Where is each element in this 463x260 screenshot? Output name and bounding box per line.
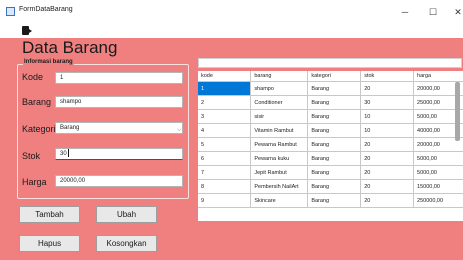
table-cell[interactable]: Pewarna Rambut: [250, 137, 309, 152]
table-cell[interactable]: 4: [198, 123, 252, 138]
page-title: Data Barang: [22, 38, 118, 57]
table-row[interactable]: 6 Pewarna kuku Barang 20 5000,00: [198, 151, 463, 166]
menu-bar: [0, 24, 463, 38]
column-header-harga[interactable]: harga: [413, 71, 463, 82]
column-header-kode[interactable]: kode: [198, 71, 252, 82]
table-cell[interactable]: Vitamin Rambut: [250, 123, 309, 138]
table-cell[interactable]: 20: [360, 165, 415, 180]
data-table: kode barang kategori stok harga 1 shampo…: [198, 71, 463, 208]
table-row[interactable]: 4 Vitamin Rambut Barang 10 40000,00: [198, 123, 463, 138]
table-cell[interactable]: 10: [360, 109, 415, 124]
data-grid[interactable]: kode barang kategori stok harga 1 shampo…: [197, 71, 463, 221]
kategori-select-value: Barang: [60, 125, 80, 131]
exit-door-icon[interactable]: [22, 26, 32, 35]
form-icon: [6, 7, 15, 16]
table-cell[interactable]: 8: [198, 179, 252, 194]
table-cell[interactable]: Skincare: [250, 193, 309, 208]
barang-field[interactable]: shampo: [55, 96, 183, 108]
table-cell[interactable]: 20: [360, 193, 415, 208]
table-cell[interactable]: 20: [360, 81, 415, 96]
table-cell[interactable]: 20: [360, 151, 415, 166]
text-caret: [67, 149, 69, 158]
table-cell[interactable]: 9: [198, 193, 252, 208]
stok-label: Stok: [22, 151, 41, 161]
harga-label: Harga: [22, 177, 47, 187]
table-cell[interactable]: Barang: [307, 123, 362, 138]
table-row[interactable]: 8 Pembersih NailArt Barang 20 15000,00: [198, 179, 463, 194]
table-row[interactable]: 1 shampo Barang 20 20000,00: [198, 81, 463, 96]
kode-label: Kode: [22, 72, 44, 82]
table-cell[interactable]: 1: [198, 81, 252, 96]
tambah-button[interactable]: Tambah: [19, 206, 80, 223]
table-row[interactable]: 7 Jepit Rambut Barang 20 5000,00: [198, 165, 463, 180]
column-header-kategori[interactable]: kategori: [307, 71, 362, 82]
title-bar: FormDataBarang ─ ☐ ✕: [0, 0, 463, 24]
table-header-row: kode barang kategori stok harga: [198, 71, 463, 82]
ubah-button[interactable]: Ubah: [96, 206, 157, 223]
table-cell[interactable]: Pembersih NailArt: [250, 179, 309, 194]
table-cell[interactable]: Barang: [307, 137, 362, 152]
table-cell[interactable]: Barang: [307, 165, 362, 180]
column-header-stok[interactable]: stok: [360, 71, 415, 82]
table-row[interactable]: 5 Pewarna Rambut Barang 20 20000,00: [198, 137, 463, 152]
table-cell[interactable]: Barang: [307, 193, 362, 208]
table-cell[interactable]: 20: [360, 137, 415, 152]
table-cell[interactable]: 10: [360, 123, 415, 138]
table-cell[interactable]: Jepit Rambut: [250, 165, 309, 180]
table-cell[interactable]: Barang: [307, 81, 362, 96]
table-cell[interactable]: 20: [360, 179, 415, 194]
kategori-select[interactable]: Barang: [55, 122, 183, 134]
table-cell[interactable]: Barang: [307, 95, 362, 110]
column-header-barang[interactable]: barang: [250, 71, 309, 82]
close-button[interactable]: ✕: [446, 4, 463, 20]
kosongkan-button[interactable]: Kosongkan: [96, 235, 157, 252]
kode-field[interactable]: 1: [55, 72, 183, 84]
maximize-button[interactable]: ☐: [421, 4, 445, 20]
table-cell[interactable]: sisir: [250, 109, 309, 124]
table-cell[interactable]: 7: [198, 165, 252, 180]
minimize-button[interactable]: ─: [393, 4, 417, 20]
harga-field[interactable]: 20000,00: [55, 175, 183, 187]
search-input[interactable]: [198, 58, 462, 68]
table-cell[interactable]: 6: [198, 151, 252, 166]
window-title: FormDataBarang: [19, 6, 73, 13]
table-row[interactable]: 9 Skincare Barang 20 250000,00: [198, 193, 463, 208]
table-cell[interactable]: 5000,00: [413, 151, 463, 166]
table-cell[interactable]: Conditioner: [250, 95, 309, 110]
table-cell[interactable]: Pewarna kuku: [250, 151, 309, 166]
chevron-down-icon[interactable]: ⌵: [177, 127, 182, 134]
hapus-button[interactable]: Hapus: [19, 235, 80, 252]
table-cell[interactable]: 3: [198, 109, 252, 124]
table-cell[interactable]: 30: [360, 95, 415, 110]
stok-field[interactable]: 30: [55, 148, 183, 160]
table-row[interactable]: 3 sisir Barang 10 5000,00: [198, 109, 463, 124]
barang-label: Barang: [22, 97, 52, 107]
table-cell[interactable]: 5000,00: [413, 165, 463, 180]
kategori-label: Kategori: [22, 124, 56, 134]
table-cell[interactable]: 250000,00: [413, 193, 463, 208]
table-cell[interactable]: shampo: [250, 81, 309, 96]
table-row[interactable]: 2 Conditioner Barang 30 25000,00: [198, 95, 463, 110]
group-label: Informasi barang: [23, 59, 74, 65]
stok-field-value: 30: [60, 151, 67, 157]
table-cell[interactable]: 15000,00: [413, 179, 463, 194]
table-cell[interactable]: Barang: [307, 179, 362, 194]
table-cell[interactable]: 2: [198, 95, 252, 110]
vertical-scrollbar[interactable]: [455, 82, 460, 141]
form-window: FormDataBarang ─ ☐ ✕ Data Barang Informa…: [0, 0, 463, 260]
table-cell[interactable]: Barang: [307, 109, 362, 124]
table-cell[interactable]: Barang: [307, 151, 362, 166]
table-cell[interactable]: 5: [198, 137, 252, 152]
